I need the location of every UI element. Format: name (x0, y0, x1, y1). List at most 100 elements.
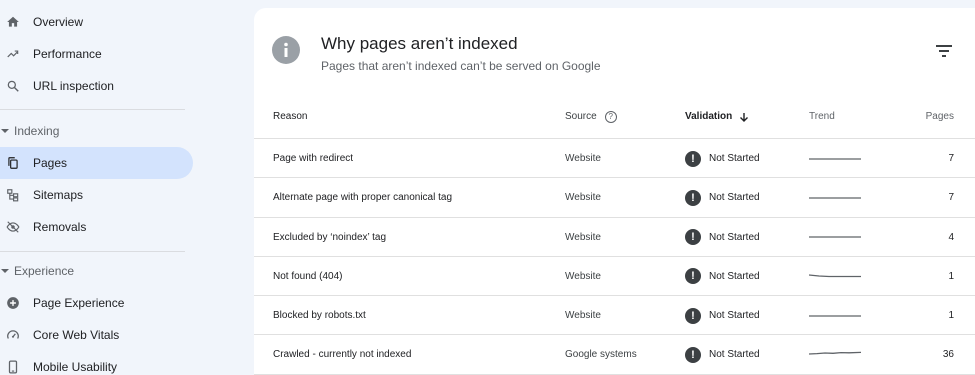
nav-label: Page Experience (33, 296, 125, 310)
card-subtitle: Pages that aren’t indexed can’t be serve… (321, 59, 601, 73)
caret-down-icon (1, 269, 9, 273)
trend-cell (809, 296, 861, 335)
column-header-validation[interactable]: Validation (685, 94, 749, 139)
phone-icon (6, 360, 20, 374)
validation-cell: ! Not Started (685, 257, 760, 296)
nav-url-inspection[interactable]: URL inspection (0, 70, 193, 102)
column-header-reason[interactable]: Reason (273, 94, 307, 139)
nav-mobile-usability[interactable]: Mobile Usability (0, 351, 193, 375)
pages-cell: 7 (948, 153, 954, 164)
column-header-source[interactable]: Source ? (565, 94, 617, 139)
column-label: Trend (809, 111, 835, 122)
info-icon (272, 36, 300, 64)
section-label: Experience (14, 264, 75, 278)
warning-icon: ! (685, 268, 701, 285)
column-header-pages[interactable]: Pages (926, 94, 954, 139)
trending-up-icon (6, 47, 20, 61)
validation-cell: ! Not Started (685, 139, 760, 178)
nav-page-experience[interactable]: Page Experience (0, 287, 193, 319)
validation-status: Not Started (709, 192, 760, 204)
reason-cell: Excluded by ‘noindex’ tag (273, 231, 387, 243)
pages-cell: 36 (942, 349, 954, 361)
source-cell: Website (565, 270, 601, 282)
search-icon (6, 79, 20, 93)
reasons-table: Reason Source ? Validation Trend Pages P… (254, 94, 975, 375)
table-header: Reason Source ? Validation Trend Pages (254, 94, 975, 139)
card-title: Why pages aren’t indexed (321, 34, 518, 53)
source-cell: Website (565, 310, 601, 322)
nav-label: Core Web Vitals (33, 328, 120, 342)
source-cell: Website (565, 192, 601, 204)
reason-cell: Crawled - currently not indexed (273, 349, 412, 361)
reason-cell: Page with redirect (273, 153, 354, 164)
column-label: Source (565, 111, 597, 122)
warning-icon: ! (685, 189, 701, 206)
gauge-icon (6, 328, 20, 342)
pages-cell: 7 (948, 192, 954, 204)
pages-cell: 1 (948, 270, 954, 282)
trend-cell (809, 139, 861, 178)
pages-cell: 4 (948, 231, 954, 243)
validation-status: Not Started (709, 310, 760, 322)
validation-cell: ! Not Started (685, 178, 760, 217)
nav-label: Mobile Usability (33, 360, 118, 374)
trend-sparkline (809, 236, 861, 238)
column-label: Pages (925, 111, 954, 122)
sitemap-icon (6, 188, 20, 202)
table-row[interactable]: Page with redirect Website ! Not Started … (254, 139, 975, 179)
column-label: Reason (273, 111, 308, 122)
source-cell: Google systems (565, 349, 637, 361)
trend-sparkline (809, 157, 861, 160)
source-cell: Website (565, 153, 601, 164)
trend-cell (809, 178, 861, 217)
trend-sparkline (809, 315, 861, 317)
source-cell: Website (565, 231, 601, 243)
validation-status: Not Started (709, 349, 760, 361)
section-experience[interactable]: Experience (0, 261, 74, 281)
column-header-trend: Trend (809, 94, 835, 139)
trend-sparkline (809, 351, 861, 355)
trend-sparkline (809, 274, 861, 278)
table-row[interactable]: Blocked by robots.txt Website ! Not Start… (254, 296, 975, 336)
validation-status: Not Started (709, 153, 760, 164)
nav-removals[interactable]: Removals (0, 211, 193, 243)
pages-icon (6, 156, 20, 170)
nav-label: URL inspection (33, 79, 114, 93)
warning-icon: ! (685, 346, 701, 363)
table-row[interactable]: Crawled - currently not indexed Google s… (254, 335, 975, 375)
warning-icon: ! (685, 229, 701, 246)
section-indexing[interactable]: Indexing (0, 121, 59, 141)
nav-pages[interactable]: Pages (0, 147, 193, 179)
nav-overview[interactable]: Overview (0, 6, 193, 38)
pages-cell: 1 (948, 310, 954, 322)
nav-sitemaps[interactable]: Sitemaps (0, 179, 193, 211)
nav-core-web-vitals[interactable]: Core Web Vitals (0, 319, 193, 351)
nav-label: Performance (33, 47, 102, 61)
plus-circle-icon (6, 296, 20, 310)
reason-cell: Not found (404) (273, 270, 343, 282)
sidebar-divider (0, 109, 185, 110)
table-row[interactable]: Not found (404) Website ! Not Started 1 (254, 257, 975, 297)
nav-label: Sitemaps (33, 188, 84, 202)
validation-cell: ! Not Started (685, 335, 760, 374)
eye-off-icon (6, 220, 20, 234)
trend-cell (809, 257, 861, 296)
warning-icon: ! (685, 307, 701, 324)
caret-down-icon (1, 129, 9, 133)
sidebar-divider (0, 251, 185, 252)
reason-cell: Alternate page with proper canonical tag (273, 192, 453, 204)
filter-icon[interactable] (936, 44, 952, 58)
section-label: Indexing (14, 124, 60, 138)
nav-performance[interactable]: Performance (0, 38, 193, 70)
report-card: Why pages aren’t indexed Pages that aren… (254, 8, 975, 375)
help-icon[interactable]: ? (604, 110, 617, 123)
column-label: Validation (685, 111, 733, 122)
nav-label: Pages (33, 156, 68, 170)
table-row[interactable]: Excluded by ‘noindex’ tag Website ! Not S… (254, 218, 975, 257)
trend-sparkline (809, 197, 861, 199)
warning-icon: ! (685, 150, 701, 167)
validation-status: Not Started (709, 231, 760, 243)
validation-cell: ! Not Started (685, 296, 760, 335)
table-row[interactable]: Alternate page with proper canonical tag… (254, 178, 975, 218)
home-icon (6, 15, 20, 29)
